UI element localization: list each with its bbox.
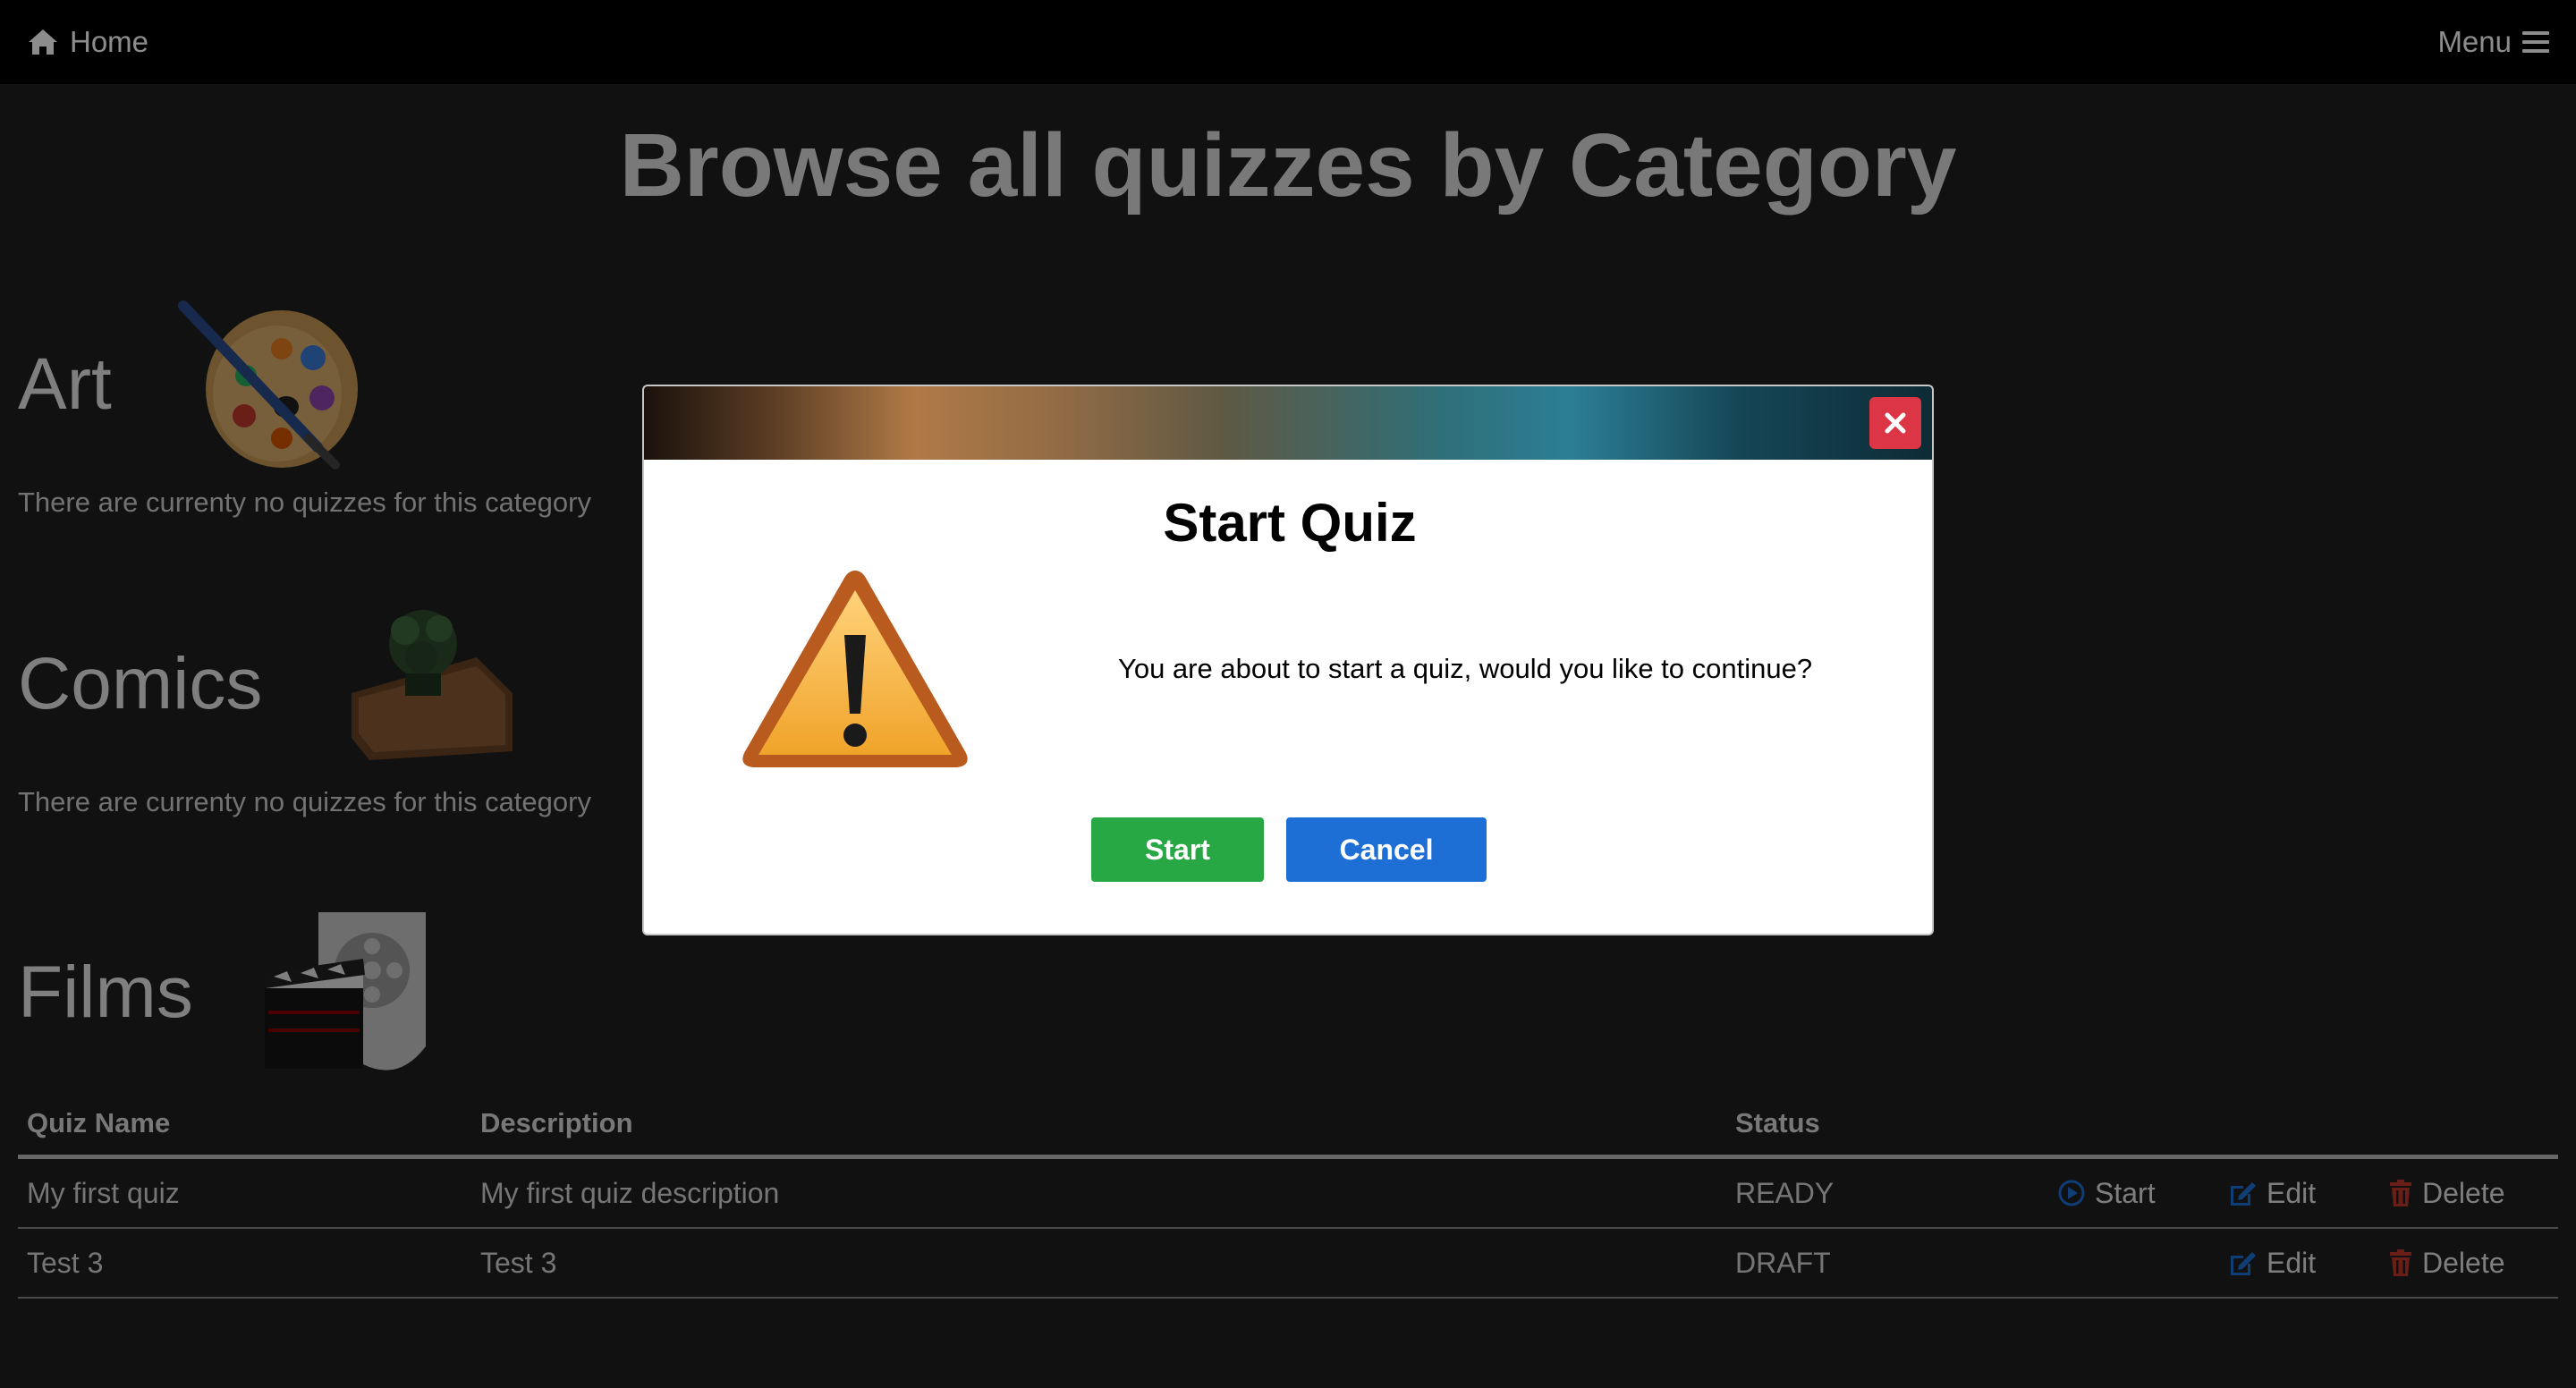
warning-icon (742, 571, 968, 767)
cancel-button[interactable]: Cancel (1286, 817, 1487, 882)
close-icon (1885, 412, 1906, 434)
modal-title: Start Quiz (1163, 493, 1417, 553)
modal-header (644, 386, 1932, 460)
start-button[interactable]: Start (1091, 817, 1264, 882)
close-button[interactable] (1869, 397, 1921, 449)
start-quiz-modal: Start Quiz You are about to start a quiz… (642, 385, 1934, 935)
modal-message: You are about to start a quiz, would you… (1118, 653, 1813, 684)
